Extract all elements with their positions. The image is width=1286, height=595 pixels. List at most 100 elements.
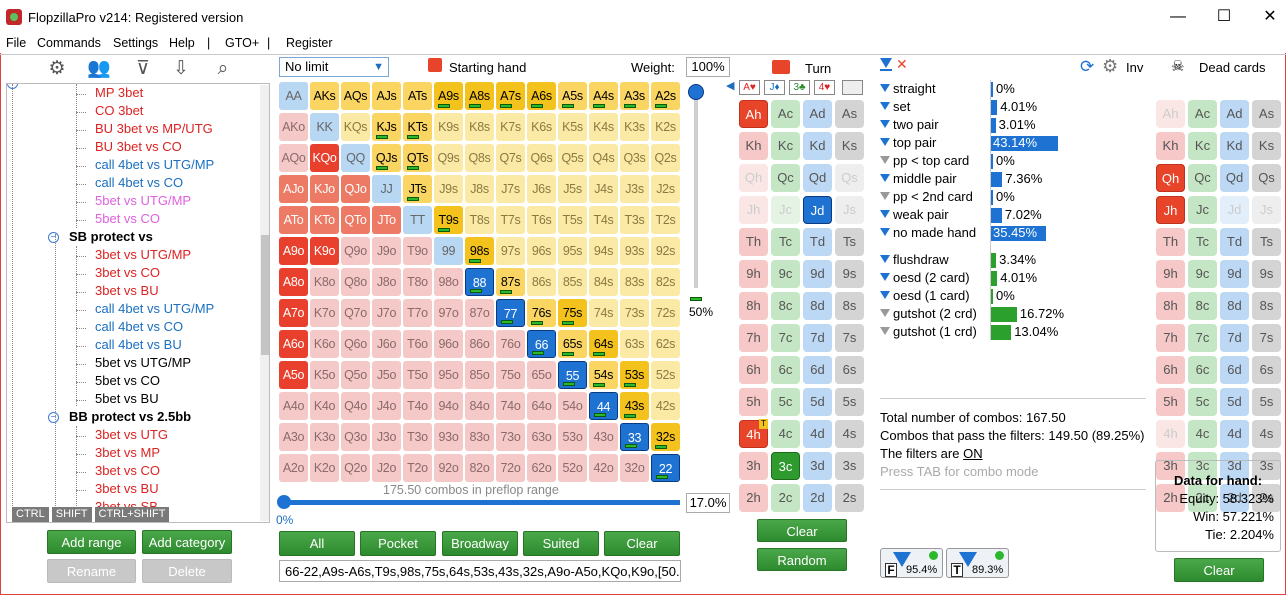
made-row[interactable]: pp < 2nd card bbox=[880, 189, 973, 204]
hand-cell-86o[interactable]: 86o bbox=[465, 330, 494, 358]
hand-cell-J5s[interactable]: J5s bbox=[558, 175, 587, 203]
hand-cell-Q7s[interactable]: Q7s bbox=[496, 144, 525, 172]
turn-card-Qd[interactable]: Qd bbox=[803, 164, 832, 192]
hand-cell-72o[interactable]: 72o bbox=[496, 454, 525, 482]
filter-icon[interactable] bbox=[880, 210, 890, 218]
hand-cell-T8s[interactable]: T8s bbox=[465, 206, 494, 234]
tree-item[interactable]: call 4bet vs CO bbox=[95, 319, 183, 334]
hand-cell-42o[interactable]: 42o bbox=[589, 454, 618, 482]
turn-card-5h[interactable]: 5h bbox=[739, 388, 768, 416]
hand-cell-94s[interactable]: 94s bbox=[589, 237, 618, 265]
percent-slider[interactable] bbox=[279, 500, 680, 505]
hand-cell-98s[interactable]: 98s bbox=[465, 237, 494, 265]
turn-card-7d[interactable]: 7d bbox=[803, 324, 832, 352]
board-card-2[interactable]: J♦ bbox=[764, 80, 785, 95]
turn-card-Td[interactable]: Td bbox=[803, 228, 832, 256]
hand-cell-95s[interactable]: 95s bbox=[558, 237, 587, 265]
dead-card-Ah[interactable]: Ah bbox=[1156, 100, 1185, 128]
hand-cell-K3s[interactable]: K3s bbox=[620, 113, 649, 141]
filter-icon[interactable] bbox=[880, 192, 890, 200]
hand-cell-65s[interactable]: 65s bbox=[558, 330, 587, 358]
turn-card-6d[interactable]: 6d bbox=[803, 356, 832, 384]
hand-cell-J2o[interactable]: J2o bbox=[372, 454, 401, 482]
turn-card-9h[interactable]: 9h bbox=[739, 260, 768, 288]
hand-cell-AJo[interactable]: AJo bbox=[279, 175, 308, 203]
dead-card-9h[interactable]: 9h bbox=[1156, 260, 1185, 288]
tree-item[interactable]: BU 3bet vs CO bbox=[95, 139, 182, 154]
hand-cell-KJs[interactable]: KJs bbox=[372, 113, 401, 141]
hand-cell-A4s[interactable]: A4s bbox=[589, 82, 618, 110]
hand-cell-98o[interactable]: 98o bbox=[434, 268, 463, 296]
turn-card-7s[interactable]: 7s bbox=[835, 324, 864, 352]
hand-cell-T3s[interactable]: T3s bbox=[620, 206, 649, 234]
filter-icon[interactable] bbox=[880, 138, 890, 146]
flop-filter-badge[interactable]: F 95.4% bbox=[880, 548, 943, 578]
hand-cell-K2s[interactable]: K2s bbox=[651, 113, 680, 141]
hand-cell-K6o[interactable]: K6o bbox=[310, 330, 339, 358]
dead-card-9d[interactable]: 9d bbox=[1220, 260, 1249, 288]
hand-cell-A3o[interactable]: A3o bbox=[279, 423, 308, 451]
hand-cell-J5o[interactable]: J5o bbox=[372, 361, 401, 389]
hand-cell-T9s[interactable]: T9s bbox=[434, 206, 463, 234]
hand-cell-54o[interactable]: 54o bbox=[558, 392, 587, 420]
dead-card-5c[interactable]: 5c bbox=[1188, 388, 1217, 416]
scroll-thumb[interactable] bbox=[261, 235, 269, 355]
turn-card-Kd[interactable]: Kd bbox=[803, 132, 832, 160]
clear-filter-icon[interactable]: ✕ bbox=[896, 56, 908, 73]
tree-item[interactable]: 5bet vs CO bbox=[95, 211, 160, 226]
tree-item[interactable]: BU 3bet vs MP/UTG bbox=[95, 121, 213, 136]
hand-cell-A9s[interactable]: A9s bbox=[434, 82, 463, 110]
turn-card-3c[interactable]: 3c bbox=[771, 452, 800, 480]
tree-item[interactable]: 3bet vs CO bbox=[95, 463, 160, 478]
hand-cell-A5s[interactable]: A5s bbox=[558, 82, 587, 110]
hand-cell-A9o[interactable]: A9o bbox=[279, 237, 308, 265]
turn-card-8c[interactable]: 8c bbox=[771, 292, 800, 320]
hand-cell-K7o[interactable]: K7o bbox=[310, 299, 339, 327]
made-row[interactable]: no made hand bbox=[880, 225, 976, 240]
tree-item[interactable]: call 4bet vs BU bbox=[95, 337, 182, 352]
hand-cell-76s[interactable]: 76s bbox=[527, 299, 556, 327]
turn-card-Js[interactable]: Js bbox=[835, 196, 864, 224]
dead-card-Qs[interactable]: Qs bbox=[1252, 164, 1281, 192]
dead-card-As[interactable]: As bbox=[1252, 100, 1281, 128]
ctrl-shift-key[interactable]: CTRL+SHIFT bbox=[94, 507, 170, 522]
dead-card-7c[interactable]: 7c bbox=[1188, 324, 1217, 352]
all-button[interactable]: All bbox=[279, 531, 355, 556]
hand-cell-Q9o[interactable]: Q9o bbox=[341, 237, 370, 265]
gear-icon[interactable]: ⚙ bbox=[44, 57, 70, 81]
hand-cell-AJs[interactable]: AJs bbox=[372, 82, 401, 110]
tree-item[interactable]: 3bet vs BU bbox=[95, 283, 159, 298]
hand-cell-AKo[interactable]: AKo bbox=[279, 113, 308, 141]
hand-cell-76o[interactable]: 76o bbox=[496, 330, 525, 358]
hand-cell-T5o[interactable]: T5o bbox=[403, 361, 432, 389]
hand-cell-J6o[interactable]: J6o bbox=[372, 330, 401, 358]
tree-item[interactable]: 5bet vs UTG/MP bbox=[95, 193, 191, 208]
draw-row[interactable]: flushdraw bbox=[880, 252, 949, 267]
tree-item[interactable]: 3bet vs UTG/MP bbox=[95, 247, 191, 262]
hand-cell-KTs[interactable]: KTs bbox=[403, 113, 432, 141]
board-card-1[interactable]: A♥ bbox=[739, 80, 760, 95]
gear-icon[interactable]: ⚙ bbox=[1102, 56, 1118, 77]
hand-cell-KK[interactable]: KK bbox=[310, 113, 339, 141]
weight-slider-knob[interactable] bbox=[688, 84, 704, 100]
turn-card-Ts[interactable]: Ts bbox=[835, 228, 864, 256]
minimize-button[interactable]: — bbox=[1155, 4, 1201, 30]
turn-card-2d[interactable]: 2d bbox=[803, 484, 832, 512]
dead-card-Kh[interactable]: Kh bbox=[1156, 132, 1185, 160]
hand-cell-73s[interactable]: 73s bbox=[620, 299, 649, 327]
hand-cell-75o[interactable]: 75o bbox=[496, 361, 525, 389]
hand-cell-92s[interactable]: 92s bbox=[651, 237, 680, 265]
hand-cell-T6s[interactable]: T6s bbox=[527, 206, 556, 234]
hand-cell-T8o[interactable]: T8o bbox=[403, 268, 432, 296]
turn-card-9s[interactable]: 9s bbox=[835, 260, 864, 288]
hand-cell-55[interactable]: 55 bbox=[558, 361, 587, 389]
hand-cell-KQs[interactable]: KQs bbox=[341, 113, 370, 141]
hand-cell-82s[interactable]: 82s bbox=[651, 268, 680, 296]
turn-card-4d[interactable]: 4d bbox=[803, 420, 832, 448]
hand-cell-A7o[interactable]: A7o bbox=[279, 299, 308, 327]
filter-icon[interactable] bbox=[880, 102, 890, 110]
made-row[interactable]: middle pair bbox=[880, 171, 957, 186]
hand-cell-KQo[interactable]: KQo bbox=[310, 144, 339, 172]
users-icon[interactable]: 👥 bbox=[86, 57, 112, 81]
board-card-5[interactable] bbox=[842, 80, 863, 95]
